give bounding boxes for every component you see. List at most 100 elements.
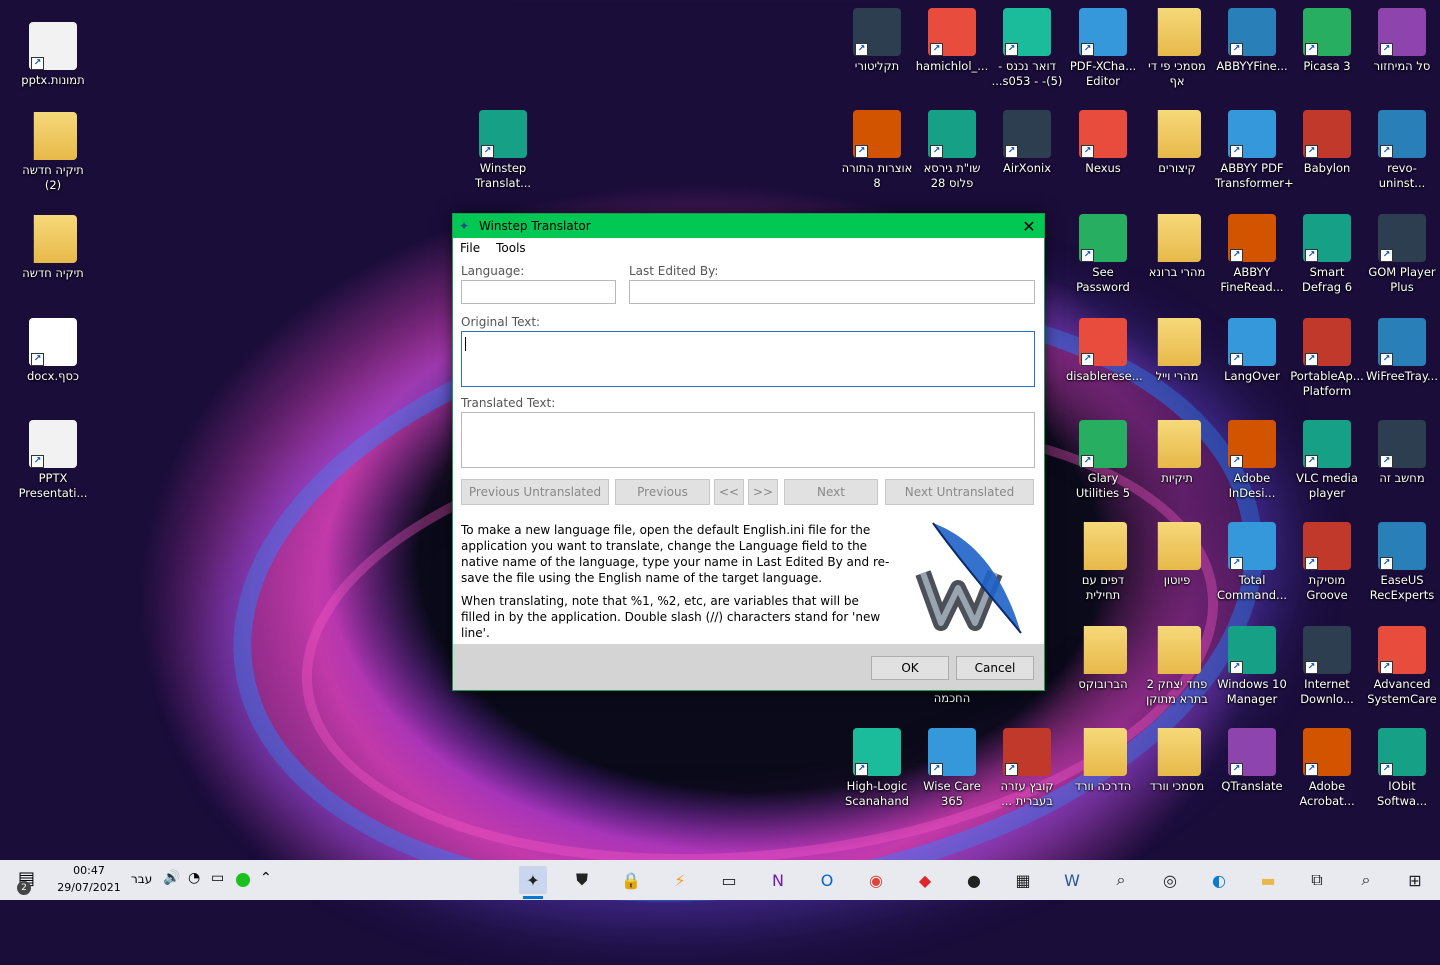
original-text-input[interactable] bbox=[461, 331, 1035, 387]
internet-download-shortcut[interactable]: ↗ Internet Downlo... bbox=[1290, 626, 1364, 707]
nexus-shortcut[interactable]: ↗ Nexus bbox=[1066, 110, 1140, 176]
chevron-up-icon[interactable]: ⌃ bbox=[260, 870, 272, 886]
previous-button[interactable]: Previous bbox=[615, 479, 710, 505]
taklitori-shortcut[interactable]: ↗ תקליטורי bbox=[840, 8, 914, 74]
portableapps-shortcut[interactable]: ↗ PortableAp... Platform bbox=[1290, 318, 1364, 399]
picasa-shortcut[interactable]: ↗ Picasa 3 bbox=[1290, 8, 1364, 74]
adobe-indesign-shortcut[interactable]: ↗ Adobe InDesi... bbox=[1215, 420, 1289, 501]
taskbar-start-icon[interactable]: ⊞ bbox=[1401, 866, 1429, 894]
disablerese-shortcut[interactable]: ↗ disablerese... bbox=[1066, 318, 1143, 384]
taskbar-explorer-icon[interactable]: ▬ bbox=[1254, 866, 1282, 894]
folder-new-2-shortcut[interactable]: תיקיה חדשה (2) bbox=[16, 112, 90, 193]
word-guide-folder-shortcut[interactable]: הדרכה וורד bbox=[1066, 728, 1140, 794]
dialog-titlebar[interactable]: ✦ Winstep Translator ✕ bbox=[453, 214, 1044, 238]
ok-button[interactable]: OK bbox=[871, 656, 949, 680]
taskbar-winamp-icon[interactable]: ⚡ bbox=[666, 866, 694, 894]
taskbar-security-icon[interactable]: ⛊ bbox=[568, 866, 596, 894]
word-docs-folder-shortcut[interactable]: מסמכי וורד bbox=[1140, 728, 1214, 794]
vlc-shortcut[interactable]: ↗ VLC media player bbox=[1290, 420, 1364, 501]
mahari-weil-folder-shortcut[interactable]: מהרי וייל bbox=[1140, 318, 1214, 384]
taskbar-search-app-icon[interactable]: ◎ bbox=[1156, 866, 1184, 894]
taskbar-window-icon[interactable]: ▭ bbox=[715, 866, 743, 894]
rewind-button[interactable]: << bbox=[714, 479, 744, 505]
taskbar-taskview-icon[interactable]: ⧉ bbox=[1303, 866, 1331, 894]
hamichlol-shortcut[interactable]: ↗ hamichlol_... bbox=[915, 8, 989, 74]
next-untranslated-button[interactable]: Next Untranslated bbox=[885, 479, 1034, 505]
folder-new-shortcut[interactable]: תיקיה חדשה bbox=[16, 215, 90, 281]
abbyy-fineread-shortcut[interactable]: ↗ ABBYY FineRead... bbox=[1215, 214, 1289, 295]
high-logic-shortcut[interactable]: ↗ High-Logic Scanahand bbox=[840, 728, 914, 809]
habruboks-folder-shortcut[interactable]: הברובוקס bbox=[1066, 626, 1140, 692]
battery-icon[interactable]: ▭ bbox=[211, 870, 224, 886]
airxonix-shortcut[interactable]: ↗ AirXonix bbox=[990, 110, 1064, 176]
forward-button[interactable]: >> bbox=[748, 479, 778, 505]
glary-utilities-shortcut[interactable]: ↗ Glary Utilities 5 bbox=[1066, 420, 1140, 501]
wifreetray-shortcut[interactable]: ↗ WiFreeTray... bbox=[1365, 318, 1439, 384]
this-pc-shortcut[interactable]: ↗ מחשב זה bbox=[1365, 420, 1439, 486]
docx-file-shortcut[interactable]: ↗ כסף.docx bbox=[16, 318, 90, 384]
status-green-icon[interactable] bbox=[236, 873, 250, 887]
taskbar-outlook-icon[interactable]: O bbox=[813, 866, 841, 894]
babylon-shortcut[interactable]: ↗ Babylon bbox=[1290, 110, 1364, 176]
groove-music-shortcut[interactable]: ↗ מוסיקת Groove bbox=[1290, 522, 1364, 603]
menu-tools[interactable]: Tools bbox=[496, 241, 526, 255]
abbyy-fine-shortcut[interactable]: ↗ ABBYYFine... bbox=[1215, 8, 1289, 74]
shortcut-arrow-icon: ↗ bbox=[1230, 145, 1243, 158]
docs-pdf-folder-shortcut[interactable]: מסמכי פי די אף bbox=[1140, 8, 1214, 89]
advanced-systemcare-shortcut[interactable]: ↗ Advanced SystemCare bbox=[1365, 626, 1439, 707]
piyut-folder-shortcut[interactable]: פיוטון bbox=[1140, 522, 1214, 588]
pptx-presentation-shortcut[interactable]: ↗ PPTX Presentati... bbox=[16, 420, 90, 501]
shut-shortcut[interactable]: ↗ שו"ת גירסא פלוס 28 bbox=[915, 110, 989, 191]
nexus-icon: ↗ bbox=[1079, 110, 1127, 158]
volume-icon[interactable]: 🔊 bbox=[163, 870, 180, 886]
gom-player-shortcut[interactable]: ↗ GOM Player Plus bbox=[1365, 214, 1439, 295]
close-icon[interactable]: ✕ bbox=[1014, 217, 1044, 236]
input-language[interactable]: עבר bbox=[131, 872, 152, 886]
langover-shortcut[interactable]: ↗ LangOver bbox=[1215, 318, 1289, 384]
folders-folder-shortcut[interactable]: תיקיות bbox=[1140, 420, 1214, 486]
taskbar-word-icon[interactable]: W bbox=[1058, 866, 1086, 894]
clock-date[interactable]: 29/07/2021 bbox=[55, 881, 123, 894]
windows10-manager-shortcut[interactable]: ↗ Windows 10 Manager bbox=[1215, 626, 1289, 707]
smart-defrag-shortcut[interactable]: ↗ Smart Defrag 6 bbox=[1290, 214, 1364, 295]
mahari-brona-folder-shortcut[interactable]: מהרי ברונא bbox=[1140, 214, 1214, 280]
otzar-torah-shortcut[interactable]: ↗ אוצרות התורה 8 bbox=[840, 110, 914, 191]
next-button[interactable]: Next bbox=[784, 479, 878, 505]
shortcuts-folder-shortcut[interactable]: קיצורים bbox=[1140, 110, 1214, 176]
taskbar-chat-icon[interactable]: ● bbox=[960, 866, 988, 894]
see-password-shortcut[interactable]: ↗ See Password bbox=[1066, 214, 1140, 295]
taskbar-news-icon[interactable]: ▦ bbox=[1009, 866, 1037, 894]
pptx-thumb-shortcut[interactable]: ↗ תמונות.pptx bbox=[16, 22, 90, 88]
total-commander-shortcut[interactable]: ↗ Total Command... bbox=[1215, 522, 1289, 603]
abbyy-transformer-shortcut[interactable]: ↗ ABBYY PDF Transformer+ bbox=[1215, 110, 1294, 191]
last-edited-input[interactable] bbox=[629, 280, 1035, 304]
taskbar-chrome-icon[interactable]: ◉ bbox=[862, 866, 890, 894]
menu-file[interactable]: File bbox=[460, 241, 480, 255]
taskbar-onenote-icon[interactable]: N bbox=[764, 866, 792, 894]
qtranslate-shortcut[interactable]: ↗ QTranslate bbox=[1215, 728, 1289, 794]
revo-uninstaller-shortcut[interactable]: ↗ revo-uninst... bbox=[1365, 110, 1439, 191]
previous-untranslated-button[interactable]: Previous Untranslated bbox=[461, 479, 609, 505]
taskbar-winstep-icon[interactable]: ✦ bbox=[519, 866, 547, 899]
pdf-xchange-shortcut[interactable]: ↗ PDF-XCha... Editor bbox=[1066, 8, 1140, 89]
wise-care-shortcut[interactable]: ↗ Wise Care 365 bbox=[915, 728, 989, 809]
language-input[interactable] bbox=[461, 280, 616, 304]
taskbar-edge-icon[interactable]: ◐ bbox=[1205, 866, 1233, 894]
clock-time[interactable]: 00:47 bbox=[60, 864, 118, 877]
taskbar-magnifier-icon[interactable]: ⌕ bbox=[1107, 866, 1135, 894]
winstep-translator-shortcut[interactable]: ↗ Winstep Translat... bbox=[466, 110, 540, 191]
translated-text-input[interactable] bbox=[461, 412, 1035, 468]
taskbar-search-icon[interactable]: ⌕ bbox=[1352, 866, 1380, 894]
help-file-shortcut[interactable]: ↗ קובץ עזרה בעברית ... bbox=[990, 728, 1064, 809]
easeus-shortcut[interactable]: ↗ EaseUS RecExperts bbox=[1365, 522, 1439, 603]
pages-folder-shortcut[interactable]: דפים עם תחילית bbox=[1066, 522, 1140, 603]
wifi-icon[interactable]: ◔ bbox=[188, 870, 200, 886]
cancel-button[interactable]: Cancel bbox=[956, 656, 1034, 680]
pachad-yitzchak-folder-shortcut[interactable]: פחד יצחק 2 בתרא מתוקן bbox=[1140, 626, 1214, 707]
taskbar-keepass-icon[interactable]: 🔒 bbox=[617, 866, 645, 894]
adobe-acrobat-shortcut[interactable]: ↗ Adobe Acrobat... bbox=[1290, 728, 1364, 809]
edge-mail-shortcut[interactable]: ↗ דואר נכנס -(5)- - s053... bbox=[990, 8, 1064, 89]
taskbar-anydesk-icon[interactable]: ◆ bbox=[911, 866, 939, 894]
recycle-bin-shortcut[interactable]: ↗ סל המיחזור bbox=[1365, 8, 1439, 74]
iobit-shortcut[interactable]: ↗ IObit Softwa... bbox=[1365, 728, 1439, 809]
